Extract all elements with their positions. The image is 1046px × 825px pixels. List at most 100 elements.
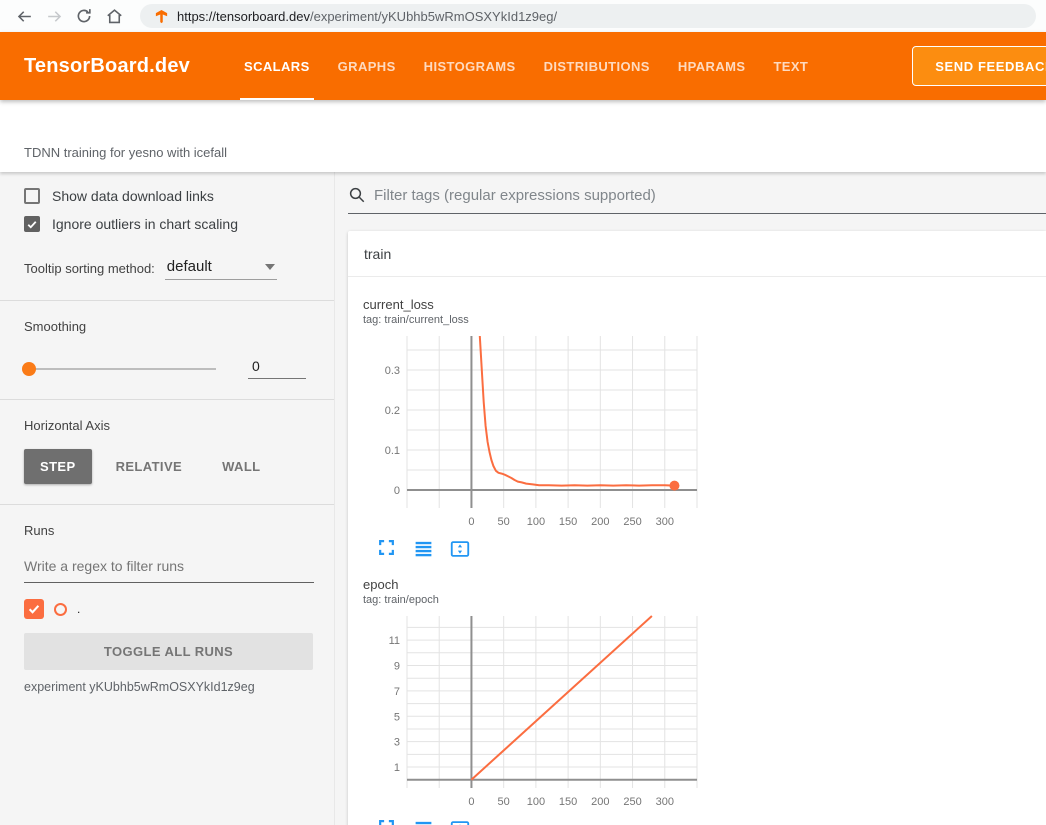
- smoothing-value[interactable]: 0: [248, 358, 306, 379]
- run-selector-icon[interactable]: [413, 818, 434, 825]
- run-checkbox[interactable]: [24, 599, 44, 619]
- browser-toolbar: https://tensorboard.dev/experiment/yKUbh…: [0, 0, 1046, 32]
- reload-icon[interactable]: [74, 6, 94, 26]
- runs-regex-input[interactable]: [24, 552, 314, 583]
- run-color-swatch: [54, 603, 67, 616]
- search-icon: [348, 186, 366, 204]
- horizontal-axis-buttons: STEPRELATIVEWALL: [24, 449, 314, 484]
- filter-tags-row: [348, 186, 1046, 214]
- svg-text:9: 9: [394, 661, 400, 673]
- tab-scalars[interactable]: SCALARS: [230, 32, 324, 100]
- svg-text:200: 200: [591, 516, 609, 528]
- tab-graphs[interactable]: GRAPHS: [324, 32, 410, 100]
- svg-text:7: 7: [394, 686, 400, 698]
- svg-text:50: 50: [498, 796, 510, 808]
- series-line-.: [480, 336, 675, 486]
- svg-text:150: 150: [559, 796, 577, 808]
- favicon-tensorboard: [154, 9, 169, 24]
- show-download-links-row[interactable]: Show data download links: [24, 188, 314, 204]
- svg-text:0: 0: [394, 485, 400, 497]
- svg-text:1: 1: [394, 762, 400, 774]
- run-row[interactable]: .: [24, 599, 314, 619]
- svg-text:250: 250: [623, 796, 641, 808]
- experiment-title: TDNN training for yesno with icefall: [0, 145, 227, 172]
- ignore-outliers-checkbox[interactable]: [24, 216, 40, 232]
- ignore-outliers-label: Ignore outliers in chart scaling: [52, 216, 238, 232]
- url-text: https://tensorboard.dev/experiment/yKUbh…: [177, 9, 557, 24]
- sidebar-divider: [0, 504, 334, 505]
- runs-label: Runs: [24, 523, 314, 538]
- svg-text:0.2: 0.2: [385, 405, 400, 417]
- svg-text:300: 300: [656, 796, 674, 808]
- smoothing-slider-thumb[interactable]: [22, 362, 36, 376]
- tab-text[interactable]: TEXT: [759, 32, 822, 100]
- fullscreen-icon[interactable]: [377, 818, 398, 825]
- chart-tag: tag: train/epoch: [363, 594, 707, 606]
- chart-toolbar: [363, 538, 707, 559]
- svg-text:5: 5: [394, 711, 400, 723]
- horizontal-axis-label: Horizontal Axis: [24, 418, 314, 433]
- show-download-links-checkbox[interactable]: [24, 188, 40, 204]
- svg-text:100: 100: [527, 796, 545, 808]
- tooltip-sorting-select[interactable]: default: [165, 258, 277, 280]
- home-icon[interactable]: [104, 6, 124, 26]
- tooltip-sorting-value: default: [167, 258, 212, 275]
- main-area: train current_loss tag: train/current_los…: [335, 172, 1046, 825]
- filter-tags-input[interactable]: [374, 187, 1046, 204]
- fullscreen-icon[interactable]: [377, 538, 398, 559]
- svg-text:11: 11: [389, 635, 400, 647]
- svg-text:0.3: 0.3: [385, 365, 400, 377]
- axis-option-wall[interactable]: WALL: [206, 449, 276, 484]
- chart-tag: tag: train/current_loss: [363, 314, 707, 326]
- svg-text:3: 3: [394, 737, 400, 749]
- svg-text:200: 200: [591, 796, 609, 808]
- svg-text:250: 250: [623, 516, 641, 528]
- tab-hparams[interactable]: HPARAMS: [664, 32, 760, 100]
- chart-plot-current_loss[interactable]: 0 50 100 150 200 250 300 0 0.1 0.2 0.3: [363, 332, 699, 534]
- chart-toolbar: [363, 818, 707, 825]
- settings-sidebar: Show data download links Ignore outliers…: [0, 172, 335, 825]
- run-name: .: [77, 602, 80, 616]
- tooltip-sorting-label: Tooltip sorting method:: [24, 261, 155, 280]
- sidebar-divider: [0, 300, 334, 301]
- fit-domain-icon[interactable]: [449, 538, 470, 559]
- svg-text:100: 100: [527, 516, 545, 528]
- sidebar-divider: [0, 399, 334, 400]
- chart-title: epoch: [363, 577, 707, 592]
- section-header-train[interactable]: train: [348, 231, 1046, 277]
- fit-domain-icon[interactable]: [449, 818, 470, 825]
- title-band: TDNN training for yesno with icefall: [0, 100, 1046, 172]
- ignore-outliers-row[interactable]: Ignore outliers in chart scaling: [24, 216, 314, 232]
- run-selector-icon[interactable]: [413, 538, 434, 559]
- svg-text:0: 0: [468, 796, 474, 808]
- chart-plot-epoch[interactable]: 0 50 100 150 200 250 300 1 3 5 7 9 11: [363, 612, 699, 814]
- back-icon[interactable]: [14, 6, 34, 26]
- forward-icon[interactable]: [44, 6, 64, 26]
- chart-title: current_loss: [363, 297, 707, 312]
- app-header: TensorBoard.dev SCALARSGRAPHSHISTOGRAMSD…: [0, 32, 1046, 100]
- url-bar[interactable]: https://tensorboard.dev/experiment/yKUbh…: [140, 4, 1036, 28]
- svg-text:150: 150: [559, 516, 577, 528]
- chart-current_loss: current_loss tag: train/current_loss 0 50 10…: [363, 297, 707, 559]
- toggle-all-runs-button[interactable]: TOGGLE ALL RUNS: [24, 633, 313, 670]
- header-nav: SCALARSGRAPHSHISTOGRAMSDISTRIBUTIONSHPAR…: [230, 32, 822, 100]
- tab-distributions[interactable]: DISTRIBUTIONS: [530, 32, 664, 100]
- svg-text:0.1: 0.1: [385, 445, 400, 457]
- smoothing-slider[interactable]: [24, 368, 216, 370]
- train-card: train current_loss tag: train/current_los…: [348, 231, 1046, 825]
- axis-option-relative[interactable]: RELATIVE: [100, 449, 199, 484]
- experiment-id-note: experiment yKUbhb5wRmOSXYkId1z9eg: [24, 680, 314, 694]
- chart-epoch: epoch tag: train/epoch 0 50 100 150 200 250 300 1…: [363, 577, 707, 825]
- svg-text:0: 0: [468, 516, 474, 528]
- charts-grid: current_losstag: train/current_loss05010…: [348, 277, 1046, 825]
- tab-histograms[interactable]: HISTOGRAMS: [410, 32, 530, 100]
- url-path: /experiment/yKUbhb5wRmOSXYkId1z9eg/: [310, 9, 557, 24]
- svg-text:300: 300: [656, 516, 674, 528]
- send-feedback-button[interactable]: SEND FEEDBACK: [912, 46, 1046, 86]
- url-host: https://tensorboard.dev: [177, 9, 310, 24]
- svg-text:50: 50: [498, 516, 510, 528]
- axis-option-step[interactable]: STEP: [24, 449, 92, 484]
- chevron-down-icon: [265, 264, 275, 270]
- smoothing-label: Smoothing: [24, 319, 314, 334]
- brand-title: TensorBoard.dev: [0, 55, 230, 78]
